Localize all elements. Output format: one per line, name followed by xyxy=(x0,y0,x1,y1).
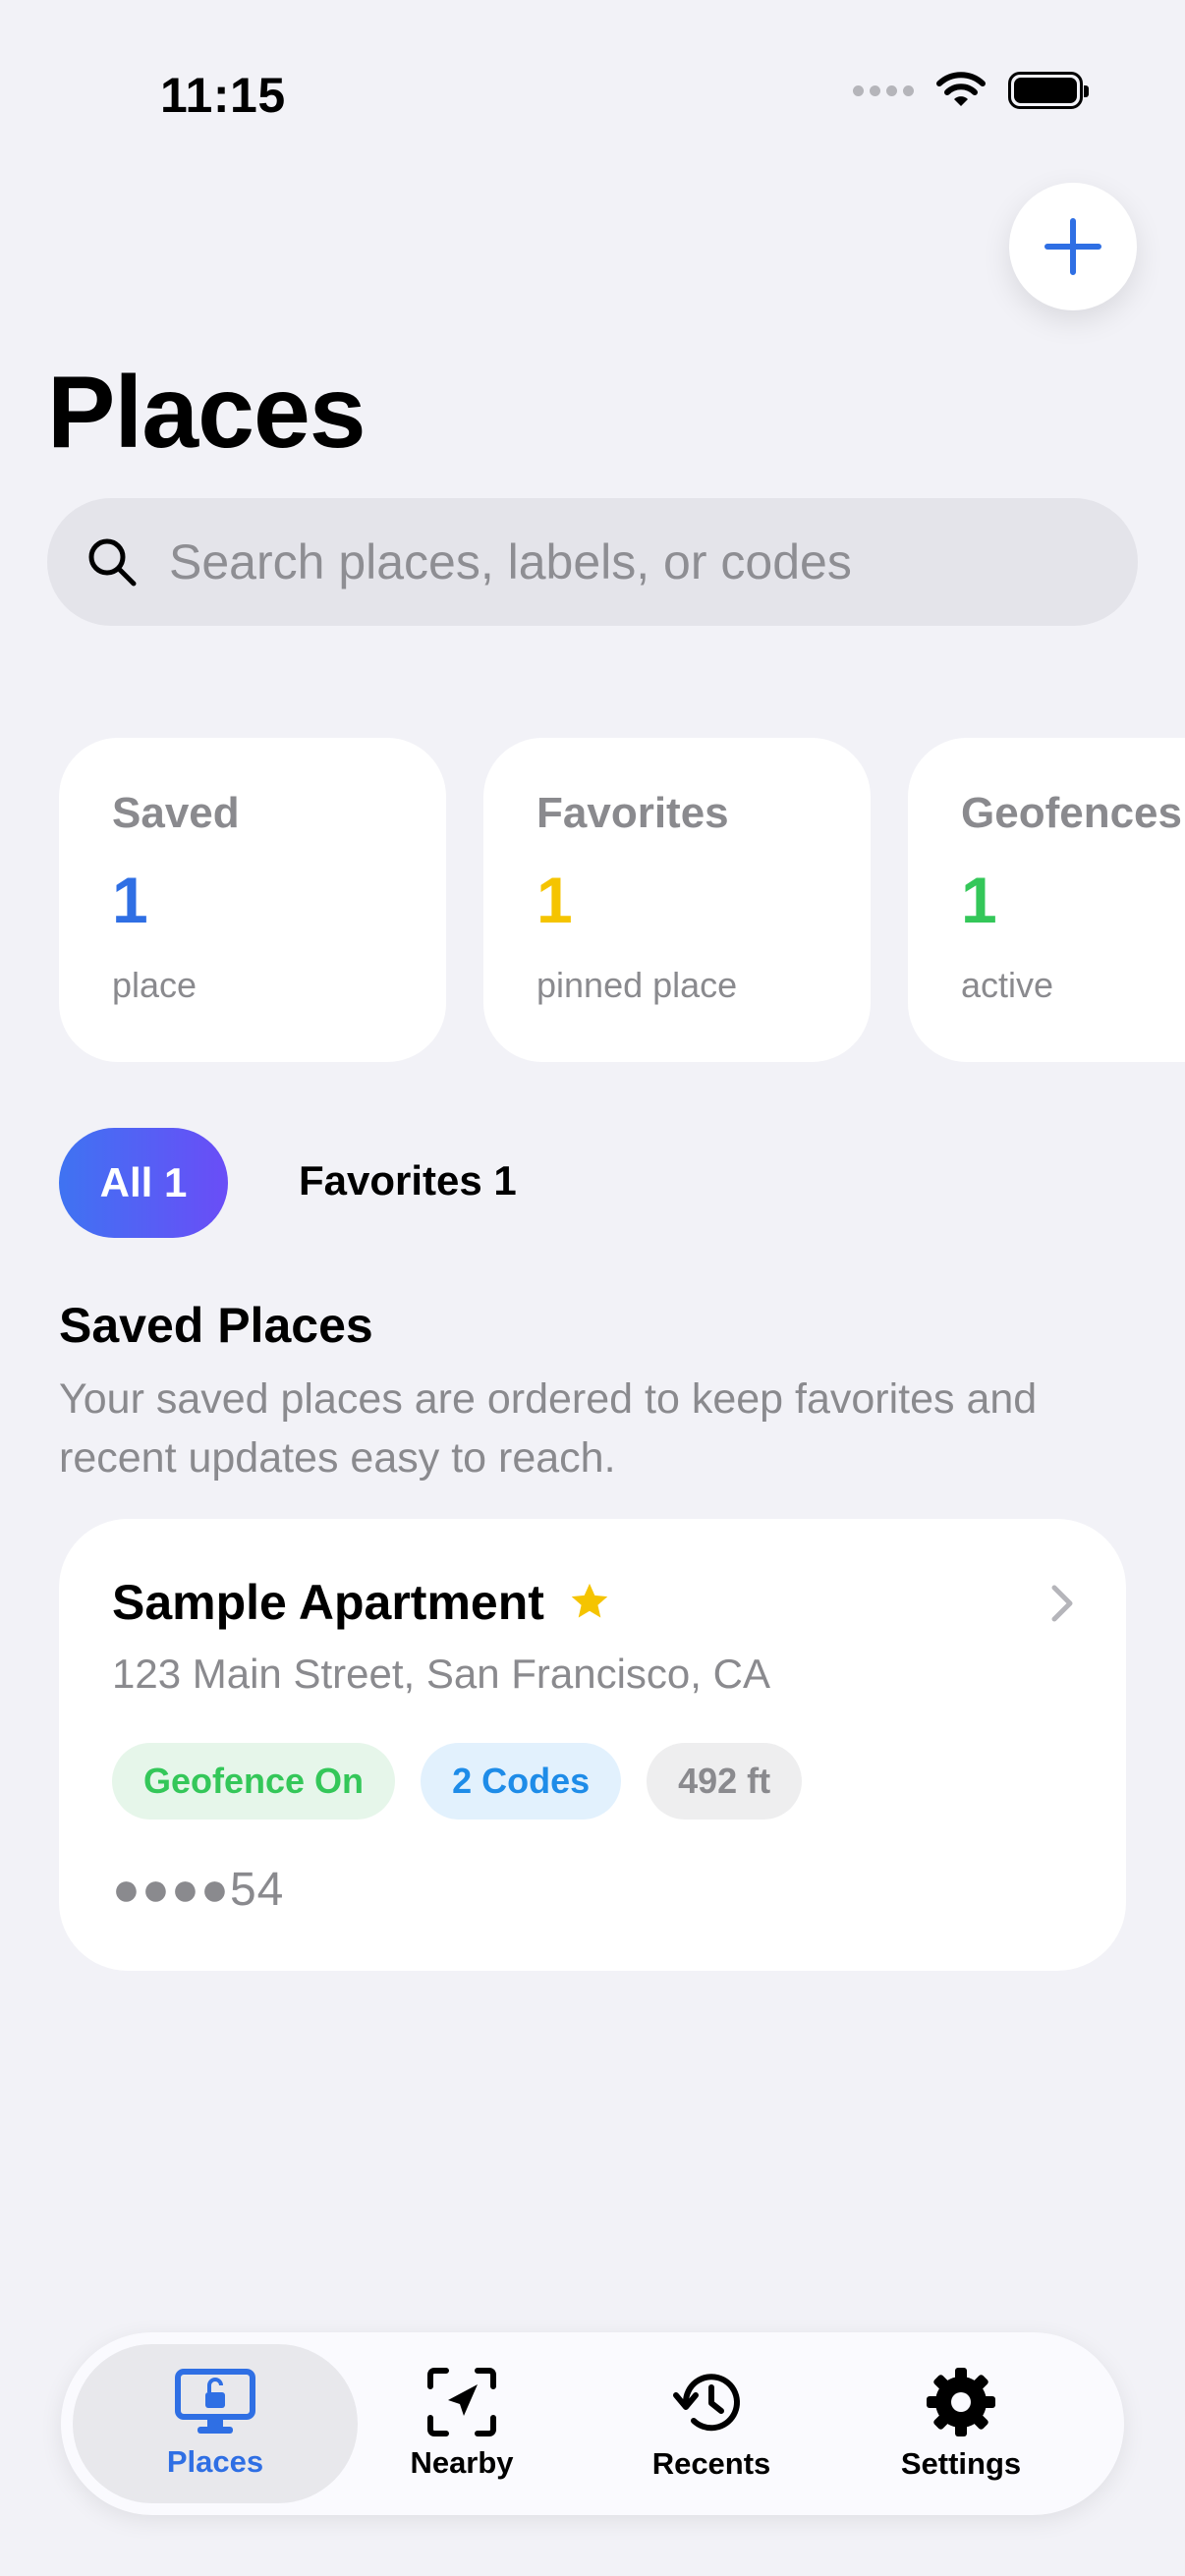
cellular-signal-icon xyxy=(853,84,914,96)
distance-tag: 492 ft xyxy=(647,1743,803,1820)
geofence-tag: Geofence On xyxy=(112,1743,396,1820)
favorite-star-icon xyxy=(571,1583,608,1618)
gear-icon xyxy=(927,2368,995,2436)
place-card[interactable]: Sample Apartment 123 Main Street, San Fr… xyxy=(59,1519,1126,1971)
wifi-icon xyxy=(936,72,986,106)
page-title: Places xyxy=(47,356,367,470)
place-name: Sample Apartment xyxy=(112,1575,544,1630)
tab-settings[interactable]: Settings xyxy=(818,2344,1103,2503)
stat-subtitle: place xyxy=(112,965,198,1005)
status-time: 11:15 xyxy=(160,68,286,123)
stat-card-geofences: Geofences 1 active xyxy=(908,738,1185,1062)
stat-subtitle: active xyxy=(961,965,1054,1005)
chevron-right-icon xyxy=(1049,1584,1075,1628)
stat-value: 1 xyxy=(961,864,997,936)
stat-subtitle: pinned place xyxy=(536,965,738,1005)
stat-card-saved: Saved 1 place xyxy=(59,738,446,1062)
stat-value: 1 xyxy=(536,864,573,936)
codes-tag: 2 Codes xyxy=(421,1743,622,1820)
location-arrow-icon xyxy=(427,2368,496,2436)
tab-label: Nearby xyxy=(410,2445,514,2480)
stat-value: 1 xyxy=(112,864,148,936)
filter-all-pill[interactable]: All 1 xyxy=(59,1128,228,1238)
stat-title: Saved xyxy=(112,789,240,837)
place-tags: Geofence On 2 Codes 492 ft xyxy=(112,1743,803,1820)
plus-icon xyxy=(1044,218,1101,275)
stat-title: Favorites xyxy=(536,789,729,837)
tab-label: Places xyxy=(166,2444,264,2479)
place-name-row: Sample Apartment xyxy=(112,1574,611,1631)
add-place-button[interactable] xyxy=(1009,183,1137,310)
stat-title: Geofences xyxy=(961,789,1182,837)
tab-places[interactable]: Places xyxy=(73,2344,358,2503)
clock-history-icon xyxy=(673,2374,740,2432)
masked-code: ●●●●54 xyxy=(112,1864,285,1916)
monitor-lock-icon xyxy=(175,2369,255,2434)
search-input[interactable] xyxy=(167,532,1055,591)
filter-favorites-pill[interactable]: Favorites 1 xyxy=(299,1157,517,1204)
tab-recents[interactable]: Recents xyxy=(569,2344,854,2503)
tab-label: Settings xyxy=(900,2446,1022,2481)
tab-label: Recents xyxy=(651,2446,771,2481)
tab-bar: Places Nearby Recents Settings xyxy=(61,2332,1124,2515)
section-subtitle: Your saved places are ordered to keep fa… xyxy=(59,1375,1038,1482)
battery-icon xyxy=(1008,72,1089,109)
status-indicators xyxy=(853,71,1089,110)
search-icon xyxy=(88,538,137,587)
search-bar[interactable] xyxy=(47,498,1138,626)
tab-nearby[interactable]: Nearby xyxy=(319,2344,604,2503)
section-title: Saved Places xyxy=(59,1298,373,1353)
place-address: 123 Main Street, San Francisco, CA xyxy=(112,1651,770,1697)
stat-card-favorites: Favorites 1 pinned place xyxy=(483,738,871,1062)
